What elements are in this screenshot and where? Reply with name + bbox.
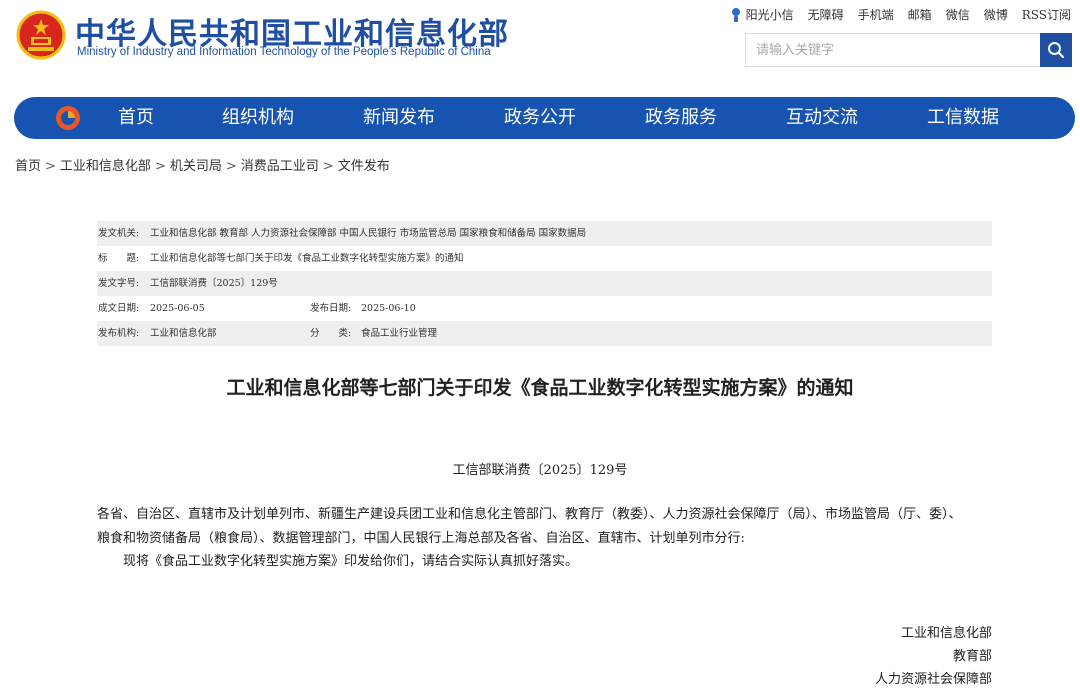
breadcrumb-ministry[interactable]: 工业和信息化部	[60, 159, 151, 174]
meta-title-label: 标 题:	[98, 253, 140, 264]
top-link-accessibility[interactable]: 无障碍	[808, 6, 844, 23]
breadcrumb-separator: >	[154, 159, 166, 174]
search-input[interactable]	[745, 33, 1040, 67]
meta-written-label: 成文日期:	[98, 303, 140, 314]
breadcrumb: 首页 > 工业和信息化部 > 机关司局 > 消费品工业司 > 文件发布	[15, 155, 390, 174]
meta-category-label: 分 类:	[310, 328, 352, 339]
nav-item-news[interactable]: 新闻发布	[363, 97, 435, 139]
meta-issuer-value: 工业和信息化部 教育部 人力资源社会保障部 中国人民银行 市场监管总局 国家粮食…	[150, 228, 587, 239]
breadcrumb-separator: >	[45, 159, 56, 174]
breadcrumb-consumer-goods[interactable]: 消费品工业司	[241, 159, 319, 174]
article-recipients: 各省、自治区、直辖市及计划单列市、新疆生产建设兵团工业和信息化主管部门、教育厅（…	[97, 507, 962, 546]
breadcrumb-departments[interactable]: 机关司局	[170, 159, 222, 174]
meta-row-title: 标 题: 工业和信息化部等七部门关于印发《食品工业数字化转型实施方案》的通知	[97, 246, 992, 271]
breadcrumb-separator: >	[225, 159, 237, 174]
nav-item-public-affairs[interactable]: 政务公开	[504, 97, 576, 139]
meta-category-value: 食品工业行业管理	[361, 328, 438, 339]
meta-org-label: 发布机构:	[98, 328, 140, 339]
top-link-label: 阳光小信	[745, 8, 794, 22]
meta-row-org: 发布机构: 工业和信息化部 分 类: 食品工业行业管理	[97, 321, 992, 346]
top-link-mobile[interactable]: 手机端	[858, 6, 894, 23]
nav-item-organization[interactable]: 组织机构	[222, 97, 294, 139]
nav-item-data[interactable]: 工信数据	[927, 97, 999, 139]
meta-org-value: 工业和信息化部	[150, 328, 217, 339]
article-title: 工业和信息化部等七部门关于印发《食品工业数字化转型实施方案》的通知	[226, 377, 854, 399]
miit-logo-icon	[56, 106, 80, 130]
meta-title-value: 工业和信息化部等七部门关于印发《食品工业数字化转型实施方案》的通知	[150, 253, 464, 264]
breadcrumb-documents[interactable]: 文件发布	[338, 159, 390, 174]
article-doc-number: 工信部联消费〔2025〕129号	[452, 463, 628, 478]
mascot-icon	[731, 7, 740, 22]
meta-published-label: 发布日期:	[310, 303, 352, 314]
nav-item-home[interactable]: 首页	[118, 97, 154, 139]
top-link-mail[interactable]: 邮箱	[908, 6, 932, 23]
meta-written-value: 2025-06-05	[150, 303, 205, 314]
meta-docno-label: 发文字号:	[98, 278, 140, 289]
breadcrumb-separator: >	[322, 159, 334, 174]
signatory: 教育部	[952, 649, 992, 664]
top-link-sunshine[interactable]: 阳光小信	[730, 6, 794, 23]
meta-published-value: 2025-06-10	[361, 303, 416, 314]
nav-item-services[interactable]: 政务服务	[645, 97, 717, 139]
top-link-wechat[interactable]: 微信	[946, 6, 970, 23]
search-button[interactable]	[1040, 33, 1072, 67]
meta-row-dates: 成文日期: 2025-06-05 发布日期: 2025-06-10	[97, 296, 992, 321]
meta-docno-value: 工信部联消费〔2025〕129号	[150, 278, 278, 289]
national-emblem-icon	[16, 10, 66, 60]
top-links: 阳光小信 无障碍 手机端 邮箱 微信 微博 RSS订阅	[730, 6, 1071, 23]
search-icon	[1048, 42, 1065, 59]
site-title-english: Ministry of Industry and Information Tec…	[77, 46, 491, 58]
breadcrumb-home[interactable]: 首页	[15, 159, 41, 174]
signatory: 人力资源社会保障部	[874, 672, 992, 687]
signatory: 工业和信息化部	[900, 626, 992, 641]
top-link-weibo[interactable]: 微博	[984, 6, 1008, 23]
meta-row-docno: 发文字号: 工信部联消费〔2025〕129号	[97, 271, 992, 296]
meta-issuer-label: 发文机关:	[98, 228, 140, 239]
article-body: 现将《食品工业数字化转型实施方案》印发给你们，请结合实际认真抓好落实。	[123, 554, 579, 569]
document-meta-table: 发文机关: 工业和信息化部 教育部 人力资源社会保障部 中国人民银行 市场监管总…	[97, 221, 992, 346]
top-link-rss[interactable]: RSS订阅	[1022, 6, 1071, 23]
main-nav: 首页 组织机构 新闻发布 政务公开 政务服务 互动交流 工信数据	[14, 97, 1075, 139]
meta-row-issuer: 发文机关: 工业和信息化部 教育部 人力资源社会保障部 中国人民银行 市场监管总…	[97, 221, 992, 246]
nav-item-interaction[interactable]: 互动交流	[786, 97, 858, 139]
